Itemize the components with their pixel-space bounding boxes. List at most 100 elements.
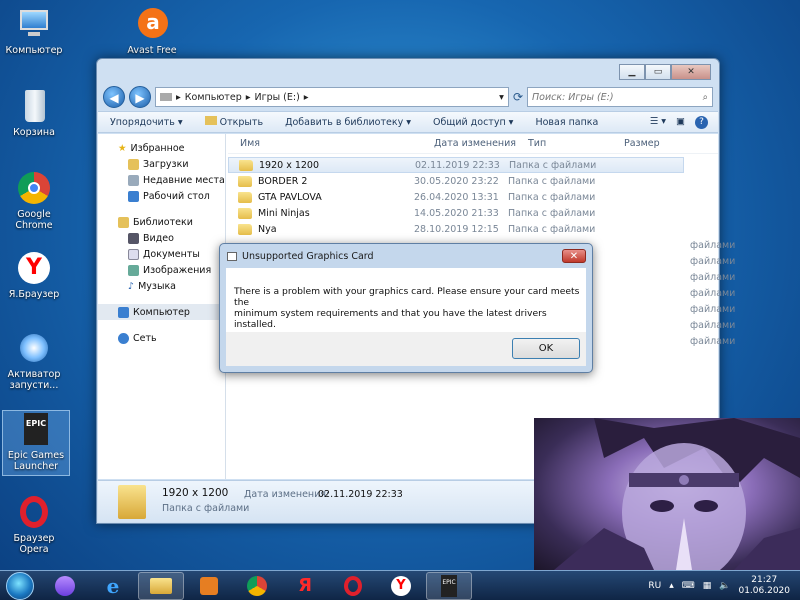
dialog-body: There is a problem with your graphics ca…: [226, 268, 586, 332]
anime-artwork-image: [534, 418, 800, 570]
details-type: Папка с файлами: [162, 503, 250, 514]
search-input[interactable]: Поиск: Игры (E:) ⌕: [527, 87, 713, 107]
nav-favorites[interactable]: ★ Избранное: [98, 140, 225, 156]
command-bar: Упорядочить ▾ Открыть Добавить в библиот…: [98, 111, 718, 133]
taskbar-alice[interactable]: [42, 572, 88, 600]
minimize-button[interactable]: ▁: [619, 64, 645, 80]
breadcrumb-drive[interactable]: Игры (E:): [255, 92, 300, 103]
volume-icon[interactable]: 🔈: [719, 581, 730, 591]
clock[interactable]: 21:27 01.06.2020: [738, 575, 790, 597]
nav-documents[interactable]: Документы: [98, 246, 225, 262]
address-dropdown-icon[interactable]: ▾: [499, 92, 508, 103]
nav-downloads[interactable]: Загрузки: [98, 156, 225, 172]
add-to-library-button[interactable]: Добавить в библиотеку ▾: [285, 117, 411, 128]
column-size[interactable]: Размер: [624, 138, 660, 149]
column-date[interactable]: Дата изменения: [434, 138, 528, 149]
opera-icon: [344, 575, 362, 596]
organize-button[interactable]: Упорядочить ▾: [110, 117, 183, 128]
file-row[interactable]: Nya 28.10.2019 12:15 Папка с файлами: [228, 221, 718, 237]
taskbar-media-player[interactable]: [186, 572, 232, 600]
epic-games-icon: EPIC: [18, 411, 54, 447]
clock-time: 21:27: [751, 574, 778, 585]
file-row[interactable]: GTA PAVLOVA 26.04.2020 13:31 Папка с фай…: [228, 189, 718, 205]
desktop-icon-opera[interactable]: Браузер Opera: [0, 494, 68, 555]
desktop-icon-label: Активатор запусти...: [7, 369, 61, 391]
share-button[interactable]: Общий доступ ▾: [433, 117, 513, 128]
refresh-icon[interactable]: ⟳: [513, 90, 523, 104]
nav-desktop[interactable]: Рабочий стол: [98, 188, 225, 204]
breadcrumb-separator: ▸: [303, 91, 309, 103]
desktop-icon-epic[interactable]: EPIC Epic Games Launcher: [2, 410, 70, 476]
nav-video[interactable]: Видео: [98, 230, 225, 246]
show-hidden-icons-icon[interactable]: ▴: [669, 581, 674, 591]
taskbar-opera[interactable]: [330, 572, 376, 600]
start-button[interactable]: [6, 571, 34, 600]
breadcrumb-separator: ▸: [176, 91, 181, 103]
music-icon: ♪: [128, 280, 135, 292]
nav-network[interactable]: Сеть: [98, 330, 225, 346]
nav-images[interactable]: Изображения: [98, 262, 225, 278]
computer-icon: [118, 306, 129, 318]
nav-recent-places[interactable]: Недавние места: [98, 172, 225, 188]
open-button[interactable]: Открыть: [204, 116, 263, 128]
new-folder-button[interactable]: Новая папка: [535, 117, 598, 128]
open-folder-icon: [204, 116, 217, 125]
address-bar[interactable]: ▸ Компьютер ▸ Игры (E:) ▸ ▾: [155, 87, 509, 107]
desktop-icon-chrome[interactable]: Google Chrome: [0, 170, 68, 231]
drive-icon: [160, 93, 172, 101]
app-window-icon: [227, 252, 237, 261]
ok-button[interactable]: OK: [512, 338, 580, 359]
chrome-icon: [16, 170, 52, 206]
details-name: 1920 x 1200: [162, 487, 229, 499]
opera-icon: [16, 494, 52, 530]
help-icon[interactable]: ?: [695, 115, 708, 129]
yandex-icon: Я: [298, 575, 312, 596]
taskbar-yandex-browser[interactable]: Y: [378, 572, 424, 600]
preview-pane-icon[interactable]: ▣: [676, 116, 685, 129]
taskbar-chrome[interactable]: [234, 572, 280, 600]
dialog-message-line1: There is a problem with your graphics ca…: [234, 286, 580, 308]
desktop-icon-label: Компьютер: [5, 45, 63, 56]
taskbar-epic-games[interactable]: EPIC: [426, 571, 472, 600]
computer-icon: [16, 6, 52, 42]
explorer-folder-icon: [150, 577, 172, 594]
media-player-icon: [200, 576, 218, 595]
keyboard-icon[interactable]: ⌨: [682, 581, 695, 591]
clock-date: 01.06.2020: [738, 585, 790, 596]
nav-music[interactable]: ♪ Музыка: [98, 278, 225, 294]
taskbar-explorer[interactable]: [138, 571, 184, 600]
images-icon: [128, 264, 139, 276]
internet-explorer-icon: e: [106, 573, 120, 598]
desktop-icon-avast[interactable]: a Avast Free: [118, 6, 186, 56]
nav-computer[interactable]: Компьютер: [98, 304, 225, 320]
documents-icon: [128, 248, 139, 260]
folder-icon: [238, 191, 252, 203]
maximize-button[interactable]: ▭: [645, 64, 671, 80]
dialog-close-button[interactable]: ✕: [562, 249, 586, 263]
language-indicator[interactable]: RU: [648, 581, 661, 591]
recycle-bin-icon: [16, 88, 52, 124]
avast-icon: a: [134, 6, 170, 42]
back-button[interactable]: ◀: [103, 86, 125, 108]
file-row[interactable]: 1920 x 1200 02.11.2019 22:33 Папка с фай…: [228, 157, 684, 173]
view-options-icon[interactable]: ☰ ▾: [650, 116, 666, 129]
column-type[interactable]: Тип: [528, 138, 624, 149]
breadcrumb-computer[interactable]: Компьютер: [185, 92, 242, 103]
forward-button[interactable]: ▶: [129, 86, 151, 108]
network-icon[interactable]: ▦: [703, 581, 712, 591]
nav-libraries[interactable]: Библиотеки: [98, 214, 225, 230]
close-button[interactable]: ✕: [671, 64, 711, 80]
file-row[interactable]: Mini Ninjas 14.05.2020 21:33 Папка с фай…: [228, 205, 718, 221]
taskbar-ie[interactable]: e: [90, 572, 136, 600]
column-name[interactable]: Имя: [228, 138, 434, 149]
desktop-icon-yandex[interactable]: Y Я.Браузер: [0, 250, 68, 300]
desktop-icon-computer[interactable]: Компьютер: [0, 6, 68, 56]
taskbar-yandex[interactable]: Я: [282, 572, 328, 600]
desktop-icon-label: Браузер Opera: [13, 533, 55, 555]
network-icon: [118, 332, 129, 344]
file-row[interactable]: BORDER 2 30.05.2020 23:22 Папка с файлам…: [228, 173, 718, 189]
desktop-icon-activator[interactable]: Активатор запусти...: [0, 330, 68, 391]
navigation-pane: ★ Избранное Загрузки Недавние места Рабо…: [98, 134, 226, 479]
yandex-browser-icon: Y: [391, 575, 411, 596]
desktop-icon-recycle-bin[interactable]: Корзина: [0, 88, 68, 138]
